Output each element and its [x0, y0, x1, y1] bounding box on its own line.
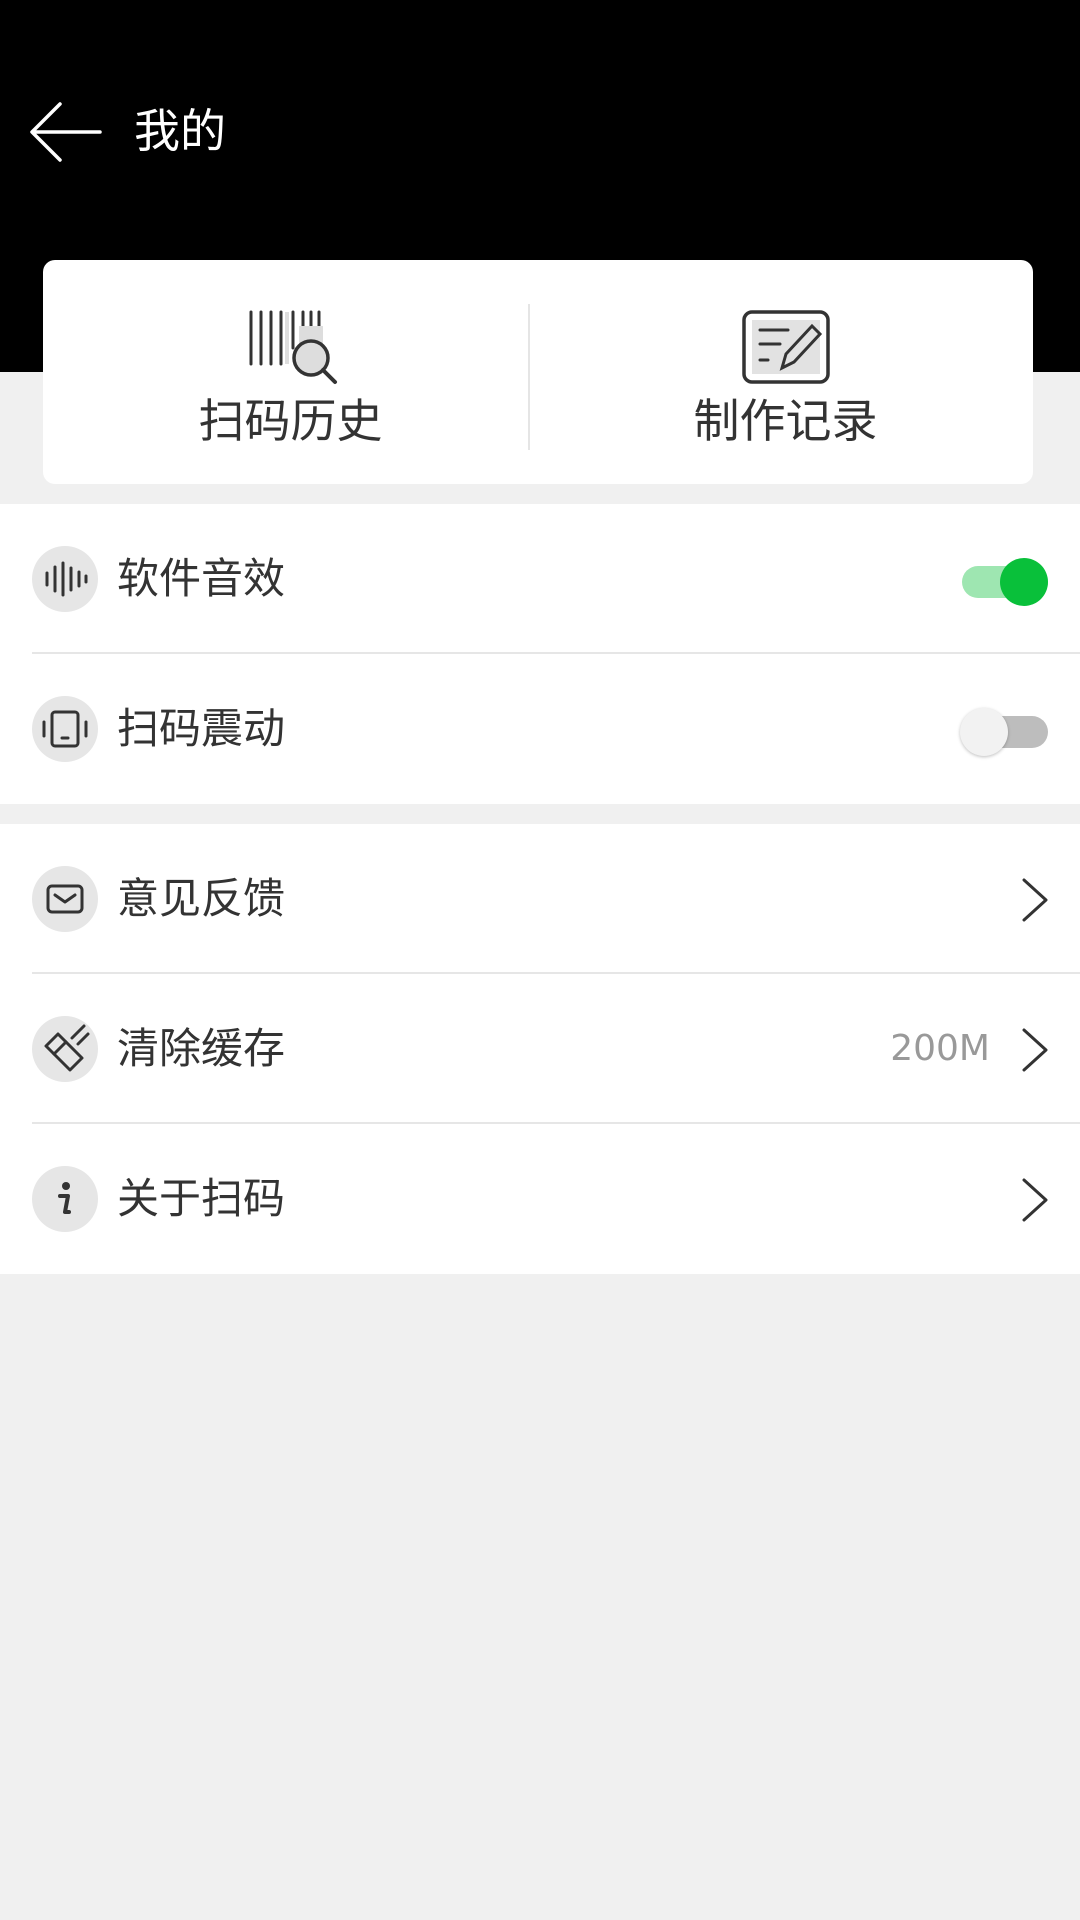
toggle-knob [1000, 558, 1048, 606]
scan-history-label: 扫码历史 [198, 394, 383, 448]
create-records-button[interactable]: 制作记录 [538, 260, 1033, 484]
sound-wave-icon [32, 546, 98, 612]
scan-vibration-label: 扫码震动 [117, 704, 286, 753]
clear-cache-label: 清除缓存 [117, 1024, 286, 1073]
toggle-knob [960, 708, 1008, 756]
page-title: 我的 [134, 104, 226, 158]
scan-history-button[interactable]: 扫码历史 [43, 260, 538, 484]
vibrate-icon [32, 696, 98, 762]
sound-effects-label: 软件音效 [117, 554, 286, 603]
feedback-label: 意见反馈 [117, 874, 286, 923]
barcode-search-icon [249, 310, 337, 384]
card-divider [528, 304, 530, 450]
info-icon [32, 1166, 98, 1232]
chevron-right-icon [1022, 1028, 1048, 1072]
chevron-right-icon [1022, 1178, 1048, 1222]
about-label: 关于扫码 [117, 1174, 286, 1223]
create-records-label: 制作记录 [693, 394, 878, 448]
arrow-left-icon [30, 102, 102, 162]
edit-document-icon [742, 310, 830, 384]
sound-effects-row: 软件音效 [0, 504, 1080, 654]
scan-vibration-toggle[interactable] [960, 708, 1048, 756]
eraser-icon [32, 1016, 98, 1082]
menu-section: 意见反馈 清除缓存 200M 关于扫码 [0, 824, 1080, 1274]
back-button[interactable] [28, 98, 104, 166]
cache-size-value: 200M [890, 1028, 990, 1069]
settings-section: 软件音效 扫码震动 [0, 504, 1080, 804]
top-card: 扫码历史 制作记录 [43, 260, 1033, 484]
sound-effects-toggle[interactable] [960, 558, 1048, 606]
clear-cache-row[interactable]: 清除缓存 200M [0, 974, 1080, 1124]
about-row[interactable]: 关于扫码 [0, 1124, 1080, 1274]
chevron-right-icon [1022, 878, 1048, 922]
mail-icon [32, 866, 98, 932]
scan-vibration-row: 扫码震动 [0, 654, 1080, 804]
feedback-row[interactable]: 意见反馈 [0, 824, 1080, 974]
